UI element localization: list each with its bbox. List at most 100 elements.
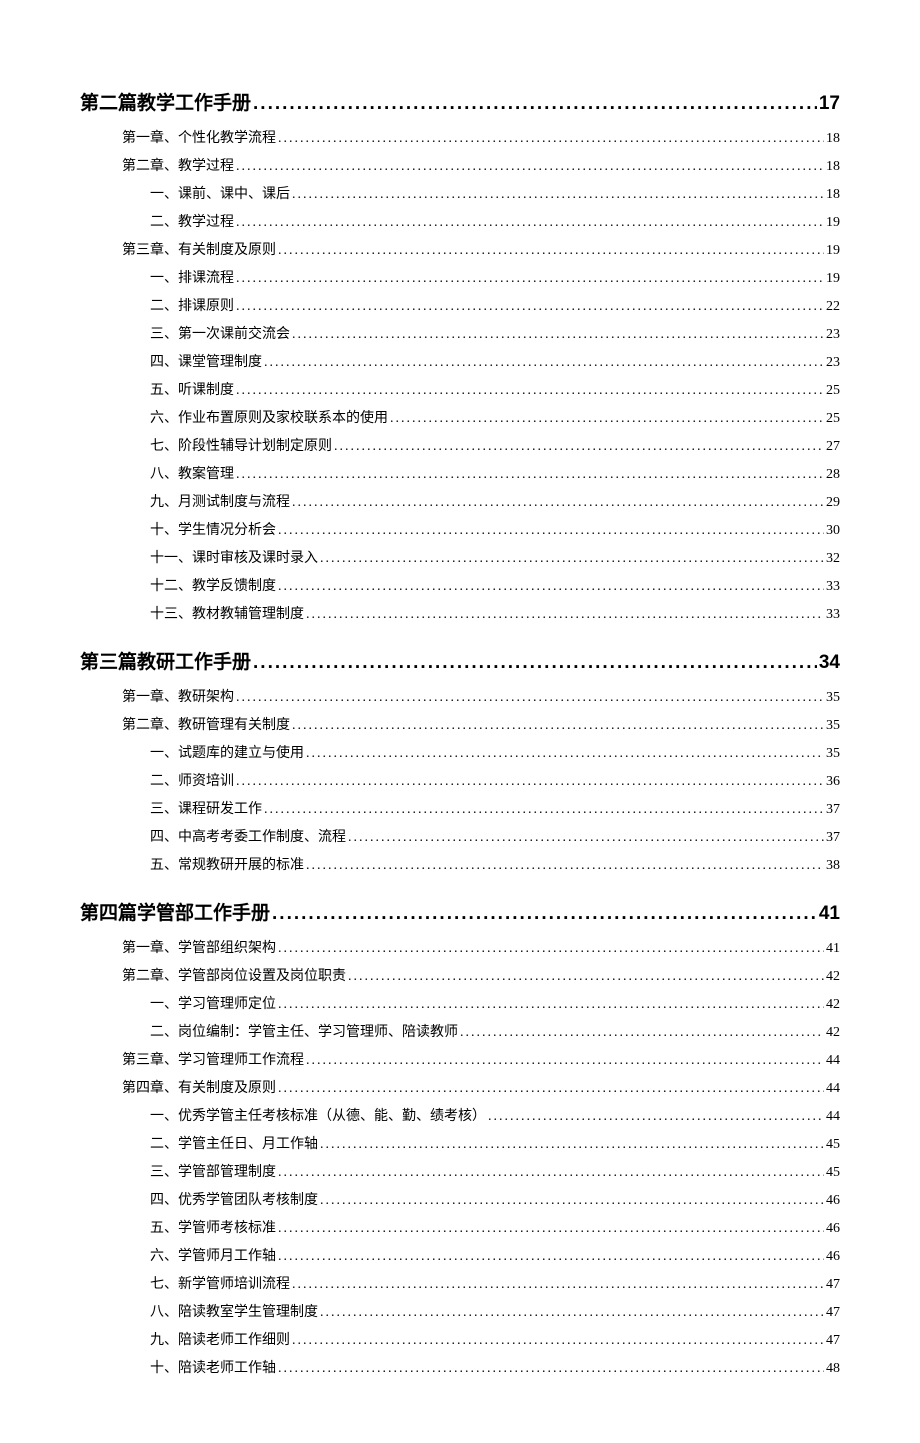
toc-page-number: 44	[826, 1075, 840, 1103]
toc-entry: 四、优秀学管团队考核制度46	[150, 1187, 840, 1215]
toc-entry: 第三章、有关制度及原则19	[122, 237, 840, 265]
toc-label: 二、师资培训	[150, 768, 234, 796]
toc-label: 第二篇教学工作手册	[80, 88, 251, 115]
toc-label: 第四篇学管部工作手册	[80, 898, 270, 925]
toc-leader-dots	[460, 1019, 824, 1047]
toc-entry: 第二章、教学过程18	[122, 153, 840, 181]
toc-leader-dots	[292, 1327, 824, 1355]
toc-page-number: 28	[826, 461, 840, 489]
toc-leader-dots	[334, 433, 824, 461]
toc-label: 十、陪读老师工作轴	[150, 1355, 276, 1383]
toc-page-number: 30	[826, 517, 840, 545]
toc-label: 十二、教学反馈制度	[150, 573, 276, 601]
toc-label: 八、教案管理	[150, 461, 234, 489]
toc-leader-dots	[236, 768, 824, 796]
toc-leader-dots	[292, 489, 824, 517]
toc-page-number: 38	[826, 852, 840, 880]
toc-page-number: 42	[826, 991, 840, 1019]
toc-label: 三、第一次课前交流会	[150, 321, 290, 349]
toc-label: 九、陪读老师工作细则	[150, 1327, 290, 1355]
toc-entry: 二、师资培训36	[150, 768, 840, 796]
toc-leader-dots	[306, 740, 824, 768]
toc-page-number: 41	[819, 903, 840, 925]
toc-entry: 四、课堂管理制度 23	[150, 349, 840, 377]
toc-leader-dots	[306, 852, 824, 880]
toc-entry: 第一章、学管部组织架构 41	[122, 935, 840, 963]
toc-entry: 五、听课制度25	[150, 377, 840, 405]
toc-page-number: 35	[826, 740, 840, 768]
toc-label: 第一章、教研架构	[122, 684, 234, 712]
toc-entry: 一、课前、课中、课后18	[150, 181, 840, 209]
toc-page-number: 42	[826, 1019, 840, 1047]
toc-leader-dots	[264, 796, 824, 824]
toc-label: 第三篇教研工作手册	[80, 647, 251, 674]
toc-leader-dots	[278, 1215, 824, 1243]
toc-entry: 第三篇教研工作手册34	[80, 647, 840, 674]
toc-label: 十、学生情况分析会	[150, 517, 276, 545]
toc-page-number: 47	[826, 1271, 840, 1299]
toc-leader-dots	[292, 712, 824, 740]
toc-label: 三、学管部管理制度	[150, 1159, 276, 1187]
toc-page-number: 19	[826, 237, 840, 265]
toc-entry: 第二篇教学工作手册 17	[80, 88, 840, 115]
toc-leader-dots	[320, 545, 824, 573]
toc-page-number: 19	[826, 209, 840, 237]
toc-leader-dots	[306, 1047, 824, 1075]
toc-page-number: 47	[826, 1327, 840, 1355]
toc-page-number: 17	[819, 93, 840, 115]
toc-label: 一、学习管理师定位	[150, 991, 276, 1019]
toc-label: 四、课堂管理制度	[150, 349, 262, 377]
toc-page-number: 35	[826, 712, 840, 740]
toc-entry: 第一章、教研架构 35	[122, 684, 840, 712]
toc-label: 一、优秀学管主任考核标准（从德、能、勤、绩考核）	[150, 1103, 486, 1131]
toc-page-number: 41	[826, 935, 840, 963]
toc-entry: 十、学生情况分析会 30	[150, 517, 840, 545]
toc-entry: 一、优秀学管主任考核标准（从德、能、勤、绩考核） 44	[150, 1103, 840, 1131]
toc-label: 第三章、学习管理师工作流程	[122, 1047, 304, 1075]
toc-page-number: 23	[826, 349, 840, 377]
toc-leader-dots	[278, 935, 824, 963]
toc-entry: 六、学管师月工作轴46	[150, 1243, 840, 1271]
toc-leader-dots	[320, 1187, 824, 1215]
toc-entry: 九、月测试制度与流程29	[150, 489, 840, 517]
toc-entry: 第四章、有关制度及原则44	[122, 1075, 840, 1103]
toc-leader-dots	[236, 265, 824, 293]
toc-entry: 第一章、个性化教学流程 18	[122, 125, 840, 153]
toc-leader-dots	[278, 1243, 824, 1271]
toc-page-number: 18	[826, 125, 840, 153]
toc-leader-dots	[390, 405, 824, 433]
toc-page-number: 25	[826, 377, 840, 405]
toc-page-number: 44	[826, 1103, 840, 1131]
toc-page-number: 48	[826, 1355, 840, 1383]
toc-label: 二、岗位编制：学管主任、学习管理师、陪读教师	[150, 1019, 458, 1047]
toc-label: 八、陪读教室学生管理制度	[150, 1299, 318, 1327]
toc-label: 三、课程研发工作	[150, 796, 262, 824]
toc-page-number: 37	[826, 796, 840, 824]
toc-page-number: 27	[826, 433, 840, 461]
toc-leader-dots	[348, 963, 824, 991]
toc-page-number: 46	[826, 1215, 840, 1243]
toc-label: 七、阶段性辅导计划制定原则	[150, 433, 332, 461]
toc-label: 第一章、学管部组织架构	[122, 935, 276, 963]
toc-page-number: 25	[826, 405, 840, 433]
toc-entry: 七、新学管师培训流程47	[150, 1271, 840, 1299]
toc-leader-dots	[236, 461, 824, 489]
toc-label: 一、课前、课中、课后	[150, 181, 290, 209]
toc-page-number: 18	[826, 153, 840, 181]
toc-label: 第一章、个性化教学流程	[122, 125, 276, 153]
toc-label: 二、学管主任日、月工作轴	[150, 1131, 318, 1159]
toc-entry: 十、陪读老师工作轴 48	[150, 1355, 840, 1383]
toc-entry: 一、学习管理师定位 42	[150, 991, 840, 1019]
toc-entry: 二、教学过程19	[150, 209, 840, 237]
toc-leader-dots	[278, 1159, 824, 1187]
toc-page-number: 33	[826, 573, 840, 601]
toc-leader-dots	[292, 181, 824, 209]
toc-leader-dots	[488, 1103, 824, 1131]
toc-label: 六、学管师月工作轴	[150, 1243, 276, 1271]
toc-entry: 三、第一次课前交流会23	[150, 321, 840, 349]
toc-page-number: 29	[826, 489, 840, 517]
toc-entry: 八、教案管理 28	[150, 461, 840, 489]
toc-leader-dots	[278, 125, 824, 153]
toc-page-number: 35	[826, 684, 840, 712]
toc-page-number: 37	[826, 824, 840, 852]
